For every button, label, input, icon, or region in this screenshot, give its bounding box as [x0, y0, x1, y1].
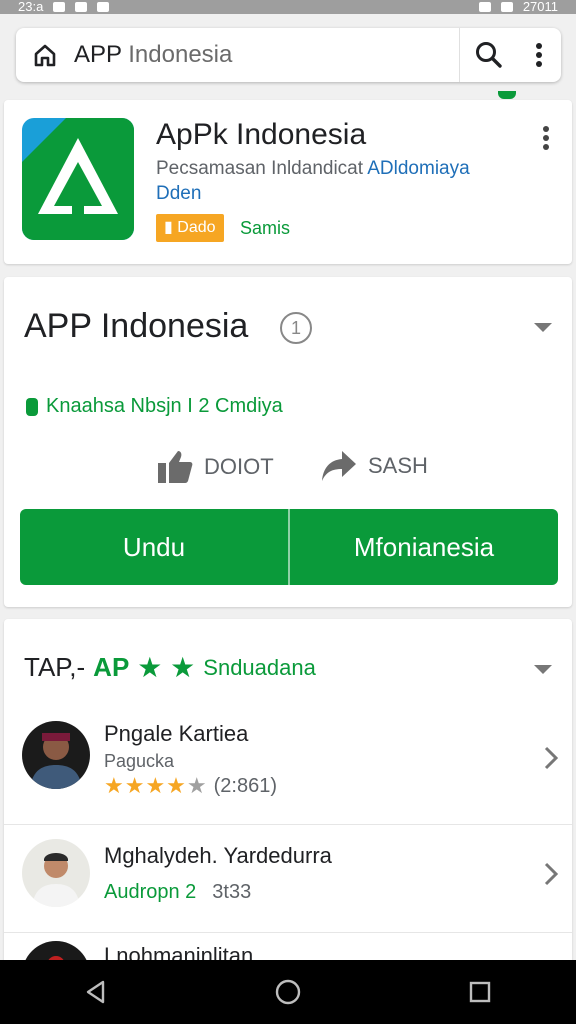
notification-icon	[53, 2, 66, 12]
page-indicator	[498, 91, 516, 99]
stars-empty: ★	[186, 773, 208, 798]
address-bar[interactable]: APP Indonesia	[16, 28, 561, 82]
item-rating: ★★★★★ (2:861)	[104, 773, 277, 799]
app-title: ApPk Indonesia	[156, 118, 367, 151]
more-vert-icon[interactable]	[534, 124, 558, 154]
app-detail-card: APP Indonesia 1 Knaahsa Nbsjn I 2 Cmdiya…	[4, 277, 572, 607]
app-badge: ▮ Dado	[156, 214, 224, 242]
status-clock: 27011	[522, 0, 558, 14]
url-domain: Indonesia	[128, 41, 233, 68]
app-card[interactable]: ApPk Indonesia Pecsamasan Inldandicat AD…	[4, 100, 572, 264]
status-line: Knaahsa Nbsjn I 2 Cmdiya	[26, 395, 283, 418]
related-list-card: TAP,- AP ★ ★ Snduadana Pngale Kartiea Pa…	[4, 619, 572, 980]
search-icon[interactable]	[459, 28, 517, 82]
url-prefix: APP	[74, 41, 122, 68]
item-meta-secondary: 3t33	[212, 881, 252, 903]
app-logo	[22, 118, 134, 240]
url-text[interactable]: APP Indonesia	[74, 41, 459, 69]
stars-filled: ★★★★	[104, 773, 187, 798]
rating-stars-icon: ★★★★★	[104, 773, 208, 799]
like-button[interactable]: DOIOT	[156, 449, 274, 485]
item-meta: Audropn 2 3t33	[104, 881, 251, 904]
chevron-down-icon[interactable]	[534, 323, 552, 332]
list-header-prefix: TAP,-	[24, 652, 86, 682]
back-icon[interactable]	[76, 972, 116, 1012]
list-item[interactable]: Pngale Kartiea Pagucka ★★★★★ (2:861)	[4, 709, 572, 813]
share-label: SASH	[368, 453, 428, 478]
list-header-ap: AP	[93, 652, 130, 682]
wifi-icon	[478, 2, 491, 12]
status-dot-icon	[26, 397, 38, 416]
message-icon	[97, 2, 110, 12]
app-description-text: Pecsamasan Inldandicat	[156, 158, 368, 179]
item-name: Mghalydeh. Yardedurra	[104, 843, 332, 868]
home-nav-icon[interactable]	[268, 972, 308, 1012]
list-item[interactable]: Mghalydeh. Yardedurra Audropn 2 3t33	[4, 824, 572, 928]
star-icon: ★ ★	[137, 652, 196, 683]
avatar	[22, 721, 90, 789]
info-icon[interactable]: 1	[280, 312, 312, 344]
detail-title: APP Indonesia	[24, 307, 249, 345]
download-button[interactable]: Undu	[20, 509, 288, 585]
status-text: Knaahsa Nbsjn I 2 Cmdiya	[46, 395, 283, 417]
chevron-right-icon[interactable]	[538, 859, 564, 889]
app-description-line2: Dden	[156, 183, 202, 204]
app-description-link[interactable]: ADldomiaya	[367, 158, 469, 179]
app-description: Pecsamasan Inldandicat ADldomiaya Dden	[156, 156, 516, 206]
status-bar: 23:a 27011	[0, 0, 576, 14]
avatar	[22, 839, 90, 907]
item-meta-primary: Audropn 2	[104, 881, 197, 903]
system-nav-bar	[0, 960, 576, 1024]
share-button[interactable]: SASH	[320, 449, 428, 483]
action-buttons: Undu Mfonianesia	[20, 509, 558, 585]
battery-icon	[500, 2, 513, 12]
list-header: TAP,- AP ★ ★ Snduadana	[24, 651, 316, 684]
status-time: 23:a	[18, 0, 44, 14]
list-header-label: Snduadana	[203, 654, 316, 680]
rating-count: (2:861)	[213, 774, 277, 797]
share-icon	[322, 451, 356, 481]
home-icon[interactable]	[16, 42, 74, 68]
badge-text: Dado	[177, 219, 216, 236]
badge-label: Samis	[240, 218, 291, 238]
info-button[interactable]: Mfonianesia	[288, 509, 558, 585]
chevron-down-icon[interactable]	[534, 665, 552, 674]
chevron-right-icon[interactable]	[538, 743, 564, 773]
browser-toolbar: APP Indonesia	[0, 14, 576, 98]
badge-icon: ▮	[164, 219, 173, 236]
more-vert-icon[interactable]	[517, 42, 561, 68]
like-label: DOIOT	[204, 454, 274, 479]
item-name: Pngale Kartiea	[104, 721, 249, 746]
thumbs-up-icon	[158, 451, 193, 483]
item-subtitle: Pagucka	[104, 751, 175, 771]
phone-icon	[75, 2, 88, 12]
recents-icon[interactable]	[460, 972, 500, 1012]
